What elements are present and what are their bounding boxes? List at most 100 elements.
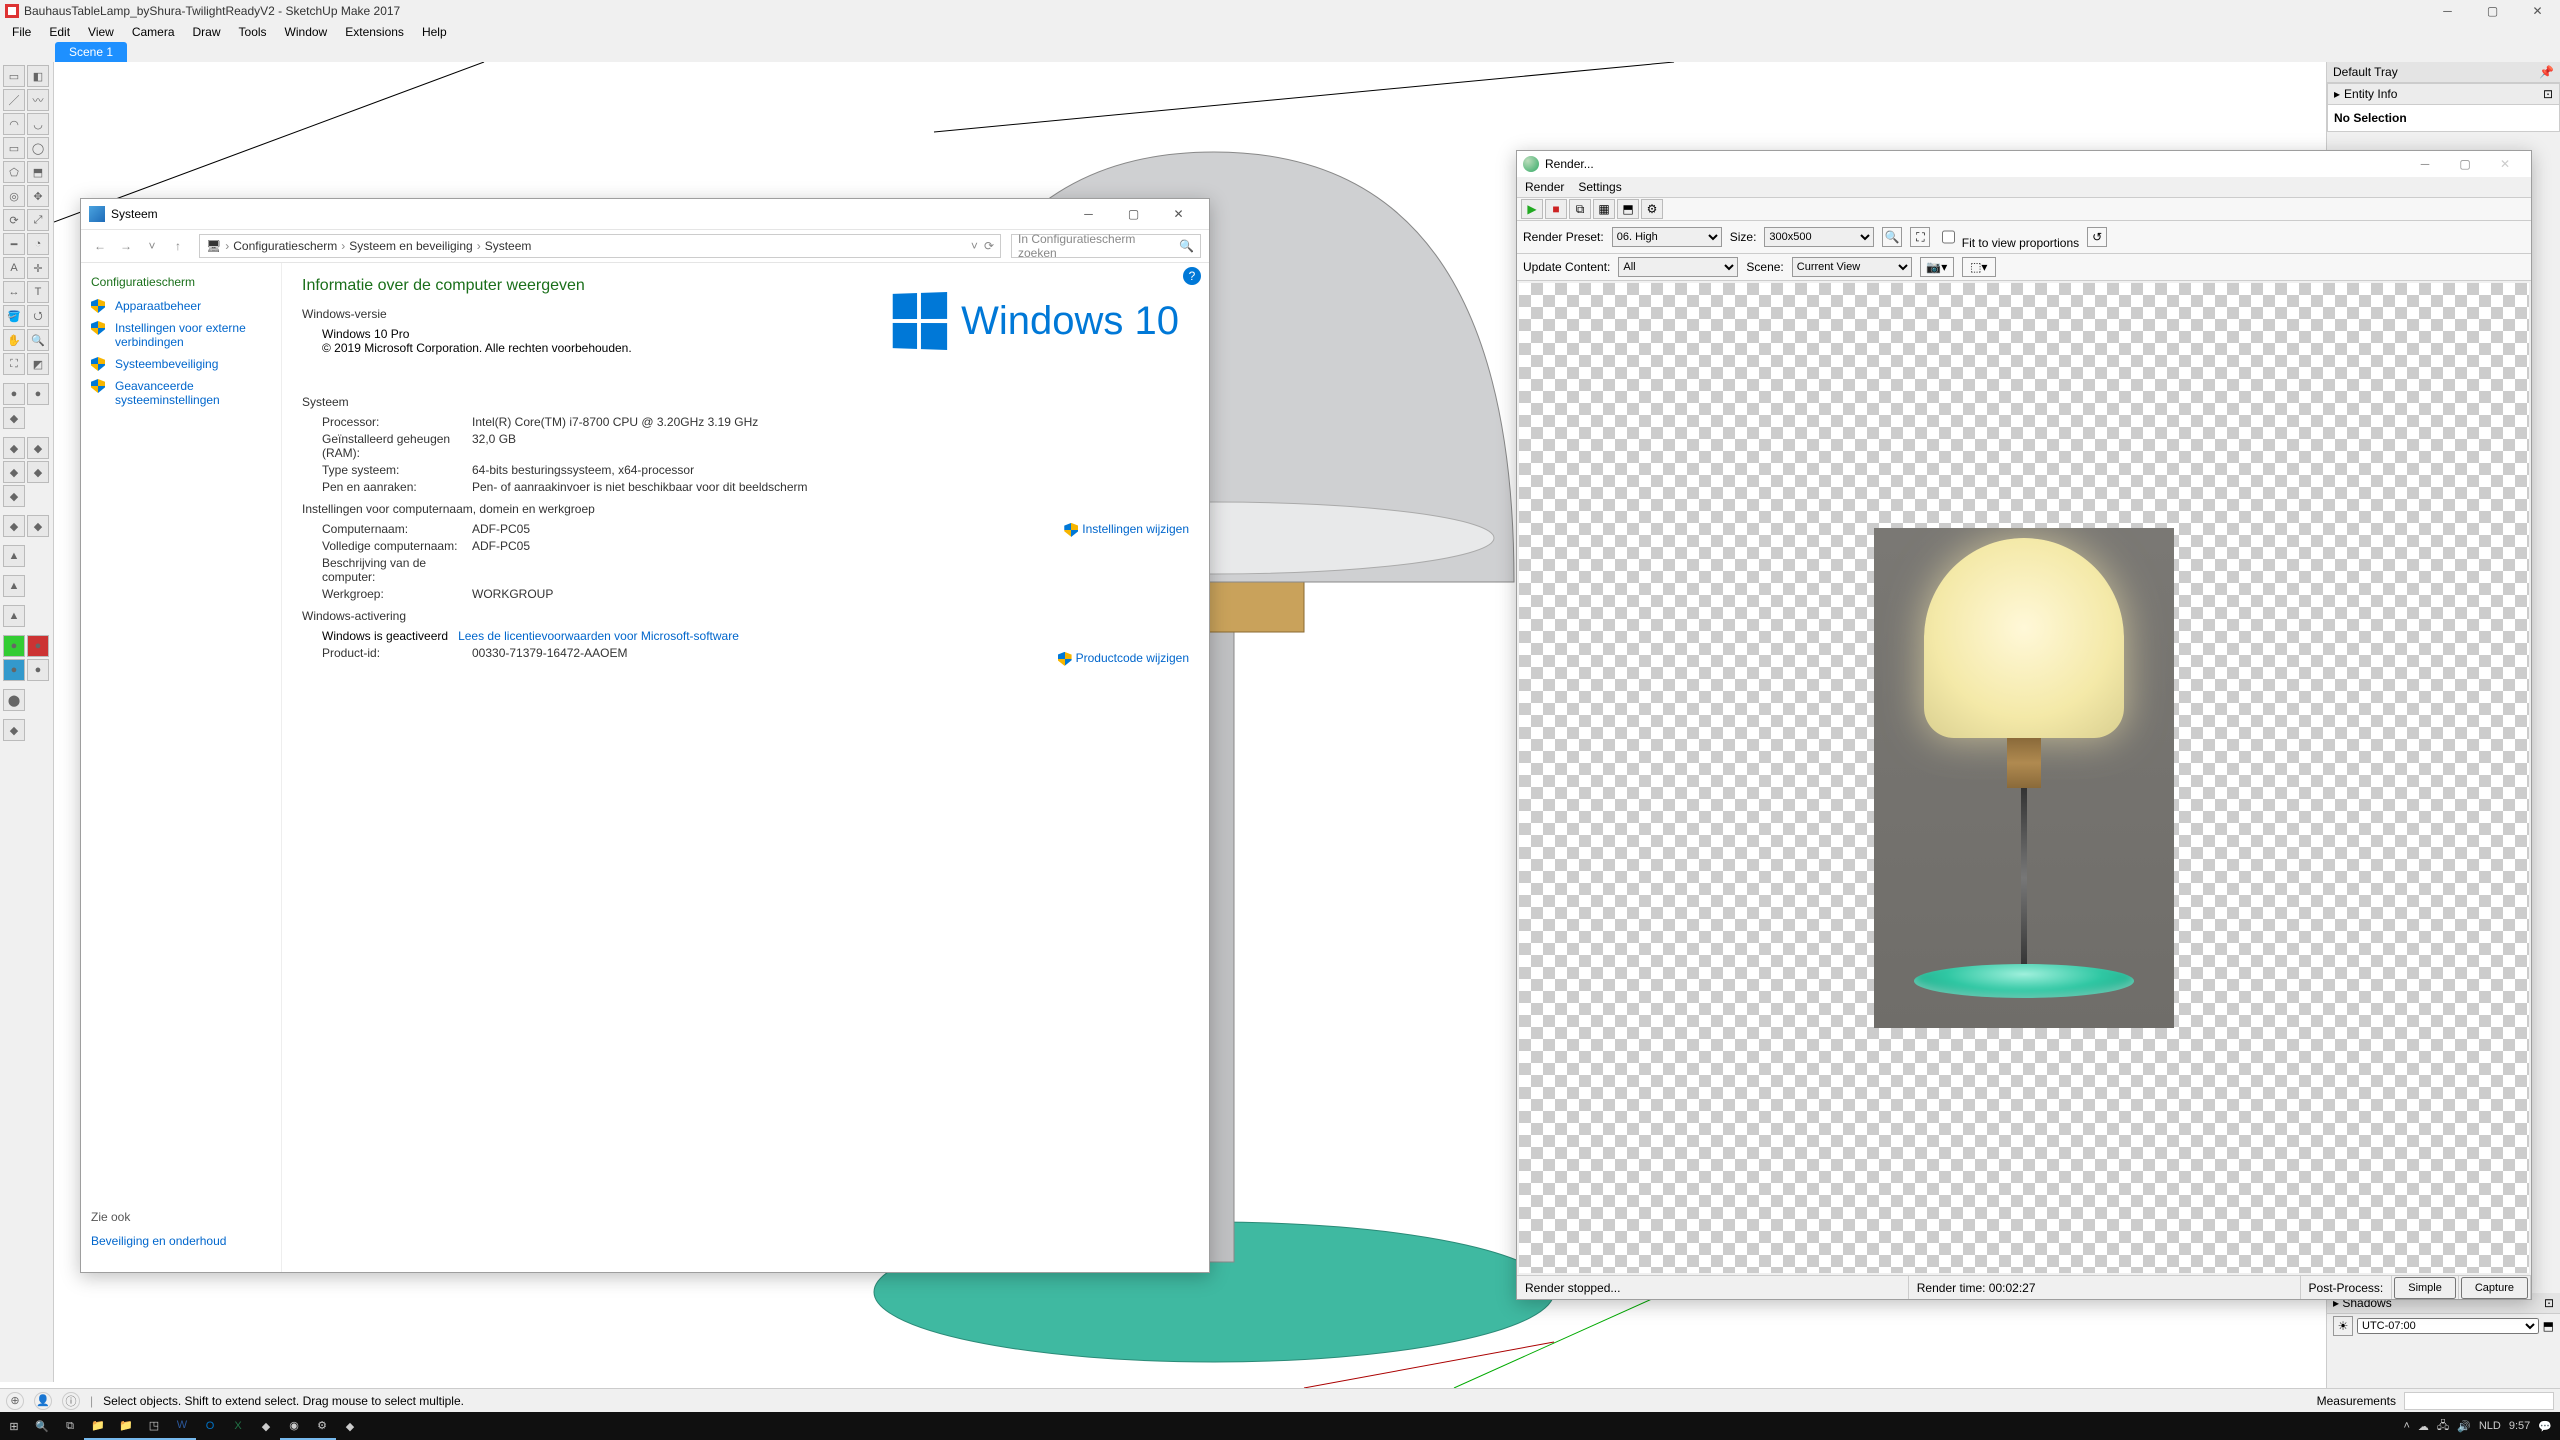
nav-forward[interactable]: → <box>115 235 137 257</box>
tb-outlook[interactable]: O <box>196 1412 224 1440</box>
fit-checkbox[interactable]: Fit to view proportions <box>1938 224 2079 250</box>
system-titlebar[interactable]: Systeem ─▢✕ <box>81 199 1209 229</box>
tool-grey[interactable]: ● <box>27 659 49 681</box>
tool-ext7[interactable]: ◆ <box>27 461 49 483</box>
render-maximize[interactable]: ▢ <box>2445 151 2485 177</box>
tool-section[interactable]: ◩ <box>27 353 49 375</box>
taskview-button[interactable]: ⧉ <box>56 1412 84 1440</box>
tool-ext3[interactable]: ◆ <box>3 407 25 429</box>
maximize-button[interactable]: ▢ <box>2470 0 2515 22</box>
tray-cloud-icon[interactable]: ☁ <box>2418 1420 2429 1433</box>
tb-sketchup[interactable]: ◳ <box>140 1412 168 1440</box>
tool-arc[interactable]: ◠ <box>3 113 25 135</box>
tool-ext1[interactable]: ● <box>3 383 25 405</box>
tool-paint[interactable]: 🪣 <box>3 305 25 327</box>
render-tb5[interactable]: ⬒ <box>1617 199 1639 219</box>
tool-ext10[interactable]: ◆ <box>27 515 49 537</box>
system-maximize[interactable]: ▢ <box>1111 199 1156 229</box>
crumb-refresh[interactable]: ⟳ <box>984 239 994 253</box>
render-size-btn1[interactable]: 🔍 <box>1882 227 1902 247</box>
render-preset-select[interactable]: 06. High <box>1612 227 1722 247</box>
menu-edit[interactable]: Edit <box>41 23 78 41</box>
render-minimize[interactable]: ─ <box>2405 151 2445 177</box>
entity-info-header[interactable]: ▸Entity Info⊡ <box>2328 84 2559 105</box>
tray-clock[interactable]: 9:57 <box>2509 1420 2530 1432</box>
tool-zoomext[interactable]: ⛶ <box>3 353 25 375</box>
menu-window[interactable]: Window <box>277 23 336 41</box>
system-minimize[interactable]: ─ <box>1066 199 1111 229</box>
tray-pin-icon[interactable]: 📌 <box>2539 65 2554 79</box>
tool-misc1[interactable]: ⬤ <box>3 689 25 711</box>
tb-settings[interactable]: ⚙ <box>308 1412 336 1440</box>
side-remote-settings[interactable]: Instellingen voor externe verbindingen <box>91 321 271 349</box>
tool-eraser[interactable]: ◧ <box>27 65 49 87</box>
tool-rect[interactable]: ▭ <box>3 137 25 159</box>
nav-recent[interactable]: ˅ <box>141 235 163 257</box>
tool-tl3[interactable]: ▲ <box>3 605 25 627</box>
render-close[interactable]: ✕ <box>2485 151 2525 177</box>
help-icon[interactable]: ? <box>1183 267 1201 285</box>
tray-notifications-icon[interactable]: 💬 <box>2538 1420 2552 1433</box>
tb-chrome[interactable]: ◉ <box>280 1412 308 1440</box>
render-start[interactable]: ▶ <box>1521 199 1543 219</box>
tool-orbit[interactable]: ⭯ <box>27 305 49 327</box>
measurements-input[interactable] <box>2404 1392 2554 1410</box>
tool-offset[interactable]: ◎ <box>3 185 25 207</box>
render-viewport[interactable] <box>1519 283 2529 1273</box>
side-device-manager[interactable]: Apparaatbeheer <box>91 299 271 313</box>
scene-select[interactable]: Current View <box>1792 257 1912 277</box>
change-settings-link[interactable]: Instellingen wijzigen <box>1064 522 1189 537</box>
tool-ext2[interactable]: ● <box>27 383 49 405</box>
search-button[interactable]: 🔍 <box>28 1412 56 1440</box>
tool-ext9[interactable]: ◆ <box>3 515 25 537</box>
tool-3dtext[interactable]: T <box>27 281 49 303</box>
render-camera-btn[interactable]: 📷▾ <box>1920 257 1954 277</box>
menu-tools[interactable]: Tools <box>231 23 275 41</box>
menu-help[interactable]: Help <box>414 23 455 41</box>
cp-search[interactable]: In Configuratiescherm zoeken 🔍 <box>1011 234 1201 258</box>
render-tb4[interactable]: ▦ <box>1593 199 1615 219</box>
tool-ext5[interactable]: ◆ <box>27 437 49 459</box>
shadows-toggle[interactable]: ☀ <box>2333 1316 2353 1336</box>
menu-camera[interactable]: Camera <box>124 23 183 41</box>
render-stop[interactable]: ■ <box>1545 199 1567 219</box>
close-button[interactable]: ✕ <box>2515 0 2560 22</box>
tool-blue[interactable]: ● <box>3 659 25 681</box>
render-size-select[interactable]: 300x500 <box>1764 227 1874 247</box>
tool-dimension[interactable]: ↔ <box>3 281 25 303</box>
tool-text[interactable]: A <box>3 257 25 279</box>
tray-header[interactable]: Default Tray📌 <box>2327 62 2560 83</box>
system-close[interactable]: ✕ <box>1156 199 1201 229</box>
render-size-btn2[interactable]: ⛶ <box>1910 227 1930 247</box>
tool-ext6[interactable]: ◆ <box>3 461 25 483</box>
nav-up[interactable]: ↑ <box>167 235 189 257</box>
render-menu-render[interactable]: Render <box>1525 180 1564 194</box>
panel-expand-icon[interactable]: ⊡ <box>2544 1296 2554 1310</box>
tray-lang[interactable]: NLD <box>2479 1420 2501 1432</box>
render-menu-settings[interactable]: Settings <box>1578 180 1621 194</box>
capture-button[interactable]: Capture <box>2461 1277 2528 1299</box>
tool-tl2[interactable]: ▲ <box>3 575 25 597</box>
tool-tl1[interactable]: ▲ <box>3 545 25 567</box>
menu-draw[interactable]: Draw <box>185 23 229 41</box>
tray-network-icon[interactable]: 🖧 <box>2437 1417 2449 1436</box>
sidebar-header[interactable]: Configuratiescherm <box>91 275 271 289</box>
crumb-dropdown[interactable]: ˅ <box>971 239 978 253</box>
menu-view[interactable]: View <box>80 23 122 41</box>
start-button[interactable]: ⊞ <box>0 1412 28 1440</box>
side-advanced-settings[interactable]: Geavanceerde systeeminstellingen <box>91 379 271 407</box>
update-content-select[interactable]: All <box>1618 257 1738 277</box>
side-system-protection[interactable]: Systeembeveiliging <box>91 357 271 371</box>
render-titlebar[interactable]: Render... ─▢✕ <box>1517 151 2531 177</box>
render-env-btn[interactable]: ⬚▾ <box>1962 257 1996 277</box>
menu-extensions[interactable]: Extensions <box>337 23 412 41</box>
tb-explorer2[interactable]: 📁 <box>112 1412 140 1440</box>
tool-circle[interactable]: ◯ <box>27 137 49 159</box>
shadows-help-icon[interactable]: ⬒ <box>2543 1319 2554 1333</box>
tool-red[interactable]: ● <box>27 635 49 657</box>
tool-rotate[interactable]: ⟳ <box>3 209 25 231</box>
tool-protractor[interactable]: ◔ <box>27 233 49 255</box>
tool-pushpull[interactable]: ⬒ <box>27 161 49 183</box>
credits-icon[interactable]: ⓘ <box>62 1392 80 1410</box>
tray-volume-icon[interactable]: 🔊 <box>2457 1420 2471 1433</box>
